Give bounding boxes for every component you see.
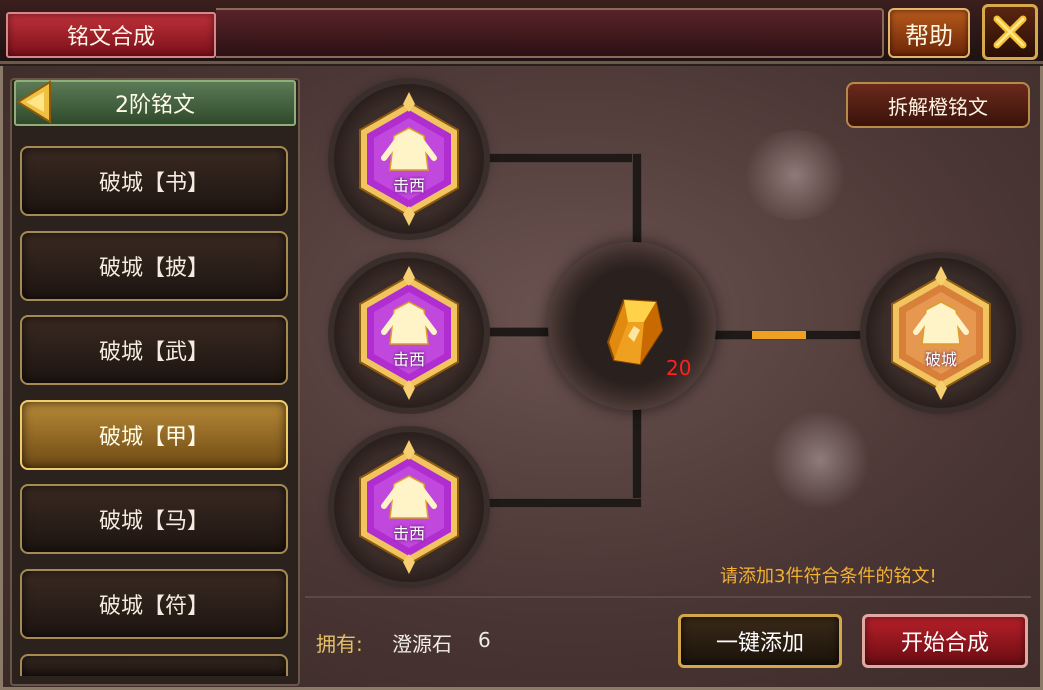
decompose-orange-button[interactable]: 拆解橙铭文 <box>846 82 1030 128</box>
owned-item-name: 澄源石 <box>392 632 452 656</box>
tier-header: 2阶铭文 <box>14 80 296 126</box>
sidebar-item-partial[interactable] <box>20 654 288 676</box>
crystal-stone-icon <box>606 298 664 366</box>
back-arrow-icon[interactable] <box>14 78 54 126</box>
rune-hexagon-icon <box>891 266 991 400</box>
close-button[interactable] <box>982 4 1038 60</box>
owned-item-count: 6 <box>478 628 491 652</box>
hint-text: 请添加3件符合条件的铭文! <box>720 566 937 587</box>
title-bar: 铭文合成 帮助 <box>0 0 1043 64</box>
sidebar-item-talisman[interactable]: 破城【符】 <box>20 569 288 639</box>
output-slot[interactable]: 破城 <box>866 258 1016 408</box>
input-slot-1-label: 击西 <box>392 176 425 195</box>
sidebar-item-armor[interactable]: 破城【甲】 <box>20 400 288 470</box>
input-slot-3-label: 击西 <box>392 524 425 543</box>
tree-line <box>632 153 642 253</box>
output-slot-label: 破城 <box>924 350 957 369</box>
tree-line <box>480 498 642 508</box>
page-title: 铭文合成 <box>6 12 216 58</box>
help-button[interactable]: 帮助 <box>888 8 970 58</box>
input-slot-3[interactable]: 击西 <box>334 432 484 582</box>
rune-hexagon-icon <box>359 266 459 400</box>
start-synthesis-button[interactable]: 开始合成 <box>862 614 1028 668</box>
rune-hexagon-icon <box>359 92 459 226</box>
auto-add-button[interactable]: 一键添加 <box>678 614 842 668</box>
tree-line <box>480 153 642 163</box>
sidebar-item-cloak[interactable]: 破城【披】 <box>20 231 288 301</box>
owned-label: 拥有: <box>316 632 363 656</box>
stone-slot[interactable] <box>548 242 716 410</box>
input-slot-1[interactable]: 击西 <box>334 84 484 234</box>
stone-required-count: 20 <box>666 356 692 380</box>
tree-line <box>632 400 642 508</box>
divider <box>305 596 1031 598</box>
sidebar-item-book[interactable]: 破城【书】 <box>20 146 288 216</box>
title-strip <box>216 8 884 58</box>
synthesis-progress <box>752 331 806 339</box>
close-icon <box>993 15 1027 49</box>
input-slot-2-label: 击西 <box>392 350 425 369</box>
sidebar-item-weapon[interactable]: 破城【武】 <box>20 315 288 385</box>
input-slot-2[interactable]: 击西 <box>334 258 484 408</box>
sidebar-item-horse[interactable]: 破城【马】 <box>20 484 288 554</box>
rune-hexagon-icon <box>359 440 459 574</box>
